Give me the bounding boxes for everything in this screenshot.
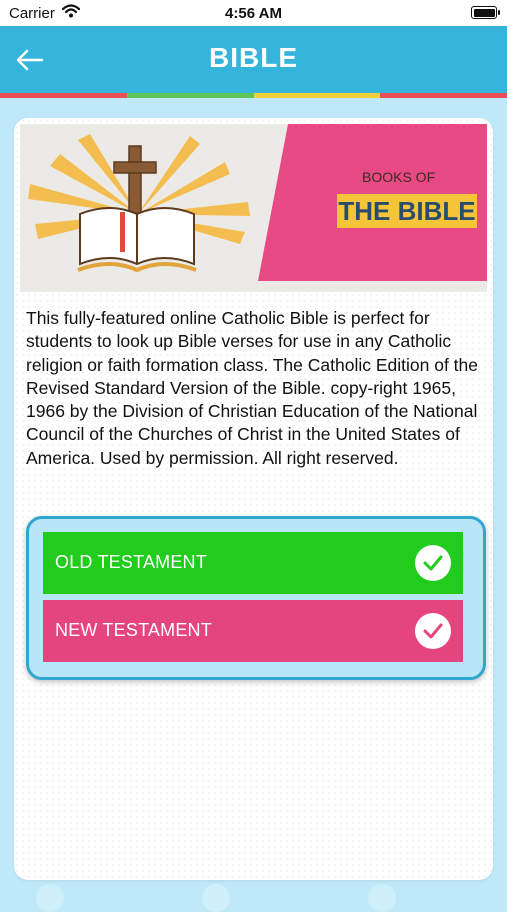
books-of-bible-banner: BOOKS OF THE BIBLE <box>20 124 487 292</box>
banner-title: THE BIBLE <box>337 194 477 228</box>
stripe-yellow <box>253 93 381 98</box>
banner-subtitle: BOOKS OF <box>362 169 436 185</box>
testament-panel: OLD TESTAMENT NEW TESTAMENT <box>26 516 486 680</box>
content-card: BOOKS OF THE BIBLE This fully-featured o… <box>14 118 493 880</box>
new-testament-button[interactable]: NEW TESTAMENT <box>43 600 463 662</box>
rainbow-stripe <box>0 93 507 98</box>
status-bar: Carrier 4:56 AM <box>0 0 507 26</box>
description-text: This fully-featured online Catholic Bibl… <box>26 308 478 468</box>
battery-icon <box>471 6 500 19</box>
bottom-dot <box>202 884 230 912</box>
stripe-green <box>126 93 254 98</box>
stripe-red-2 <box>380 93 507 98</box>
stripe-red <box>0 93 127 98</box>
bottom-dot <box>368 884 396 912</box>
old-testament-label: OLD TESTAMENT <box>55 552 207 572</box>
bottom-decoration <box>0 880 507 912</box>
nav-bar: BIBLE <box>0 26 507 93</box>
status-time: 4:56 AM <box>225 5 282 22</box>
page-title: BIBLE <box>209 42 298 73</box>
old-testament-button[interactable]: OLD TESTAMENT <box>43 532 463 594</box>
check-circle-icon <box>415 613 451 649</box>
bottom-dot <box>36 884 64 912</box>
check-circle-icon <box>415 545 451 581</box>
new-testament-label: NEW TESTAMENT <box>55 620 212 640</box>
